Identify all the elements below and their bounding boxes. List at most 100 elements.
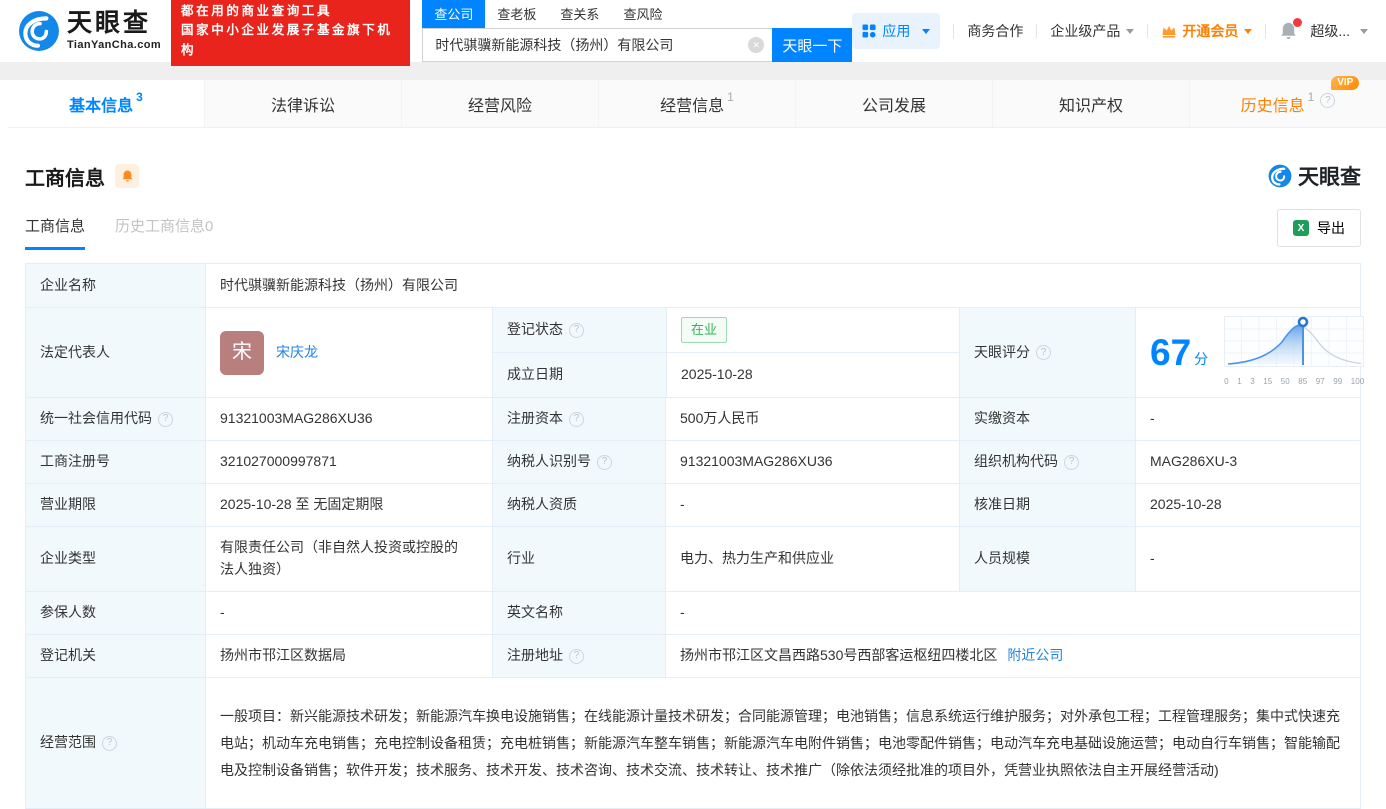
tab-legal-litigation[interactable]: 法律诉讼 (204, 80, 401, 127)
org-code-value: MAG286XU-3 (1135, 441, 1360, 483)
help-icon[interactable] (1064, 455, 1079, 470)
tab-count: 3 (136, 90, 143, 104)
legal-rep-value: 宋 宋庆龙 (205, 308, 492, 397)
tab-operation-info[interactable]: 经营信息 1 (598, 80, 795, 127)
header-nav: 应用 商务合作 企业级产品 开通会员 (852, 13, 1368, 49)
notification-dot (1293, 18, 1302, 27)
notifications-bell[interactable] (1279, 21, 1298, 41)
staff-size-value: - (1135, 527, 1360, 591)
subscribe-bell-button[interactable] (115, 164, 139, 188)
english-name-value: - (665, 592, 1360, 634)
section-header: 工商信息 天眼查 (25, 161, 1361, 191)
tab-count: 1 (727, 90, 734, 104)
status-badge: 在业 (681, 317, 727, 343)
export-button[interactable]: 导出 (1277, 209, 1361, 247)
english-name-label: 英文名称 (492, 592, 665, 634)
taxpayer-id-label: 纳税人识别号 (492, 441, 665, 483)
brand-domain: TianYanCha.com (67, 40, 161, 51)
staff-size-label: 人员规模 (959, 527, 1135, 591)
help-icon[interactable] (158, 412, 173, 427)
help-icon[interactable] (1036, 345, 1051, 360)
legal-rep-avatar[interactable]: 宋 (220, 331, 264, 375)
tab-basic-info[interactable]: 基本信息 3 (8, 80, 204, 127)
apps-menu[interactable]: 应用 (852, 13, 940, 49)
search-tab-relation[interactable]: 查关系 (548, 0, 611, 28)
business-term-label: 营业期限 (26, 484, 205, 526)
search-tab-risk[interactable]: 查风险 (611, 0, 674, 28)
score-value: 67 (1150, 334, 1191, 371)
establish-date-value: 2025-10-28 (666, 353, 960, 397)
reg-number-value: 321027000997871 (205, 441, 492, 483)
subtab-history-business-info[interactable]: 历史工商信息0 (115, 215, 213, 247)
nav-enterprise-products[interactable]: 企业级产品 (1050, 21, 1134, 41)
subtab-business-info[interactable]: 工商信息 (25, 215, 85, 250)
help-icon[interactable] (102, 736, 117, 751)
score-distribution-chart: 01 315 5085 9799 100 (1224, 316, 1364, 388)
table-row: 统一社会信用代码 91321003MAG286XU36 注册资本 500万人民币… (26, 397, 1360, 440)
address-label: 注册地址 (492, 635, 665, 677)
company-type-label: 企业类型 (26, 527, 205, 591)
scope-value: 一般项目：新兴能源技术研发；新能源汽车换电设施销售；在线能源计量技术研发；合同能… (205, 678, 1360, 808)
industry-value: 电力、热力生产和供应业 (665, 527, 959, 591)
chevron-down-icon (1244, 29, 1252, 34)
registry-label: 登记机关 (26, 635, 205, 677)
nav-user-menu[interactable]: 超级... (1310, 21, 1368, 41)
nav-open-vip[interactable]: 开通会员 (1161, 21, 1252, 41)
address-value: 扬州市邗江区文昌西路530号西部客运枢纽四楼北区 附近公司 (665, 635, 1360, 677)
reg-status-label: 登记状态 (493, 308, 666, 352)
reg-capital-label: 注册资本 (492, 398, 665, 440)
legal-rep-label: 法定代表人 (26, 308, 205, 397)
search-tab-boss[interactable]: 查老板 (485, 0, 548, 28)
chevron-down-icon (1126, 29, 1134, 34)
paid-capital-value: - (1135, 398, 1360, 440)
taxpayer-quality-value: - (665, 484, 959, 526)
bell-icon (121, 169, 134, 183)
chevron-down-icon (922, 29, 930, 34)
company-tabbar: 基本信息 3 法律诉讼 经营风险 经营信息 1 公司发展 知识产权 历史信息 1… (8, 80, 1386, 128)
subtabs: 工商信息 历史工商信息0 导出 (25, 215, 1361, 250)
status-date-stack: 登记状态 在业 成立日期 2025-10-28 (492, 308, 959, 397)
credit-code-label: 统一社会信用代码 (26, 398, 205, 440)
table-row: 企业类型 有限责任公司（非自然人投资或控股的法人独资） 行业 电力、热力生产和供… (26, 526, 1360, 591)
table-subrow: 成立日期 2025-10-28 (493, 352, 959, 397)
tab-company-development[interactable]: 公司发展 (795, 80, 992, 127)
approval-date-label: 核准日期 (959, 484, 1135, 526)
search-tabs: 查公司 查老板 查关系 查风险 (422, 0, 852, 28)
help-icon[interactable] (569, 323, 584, 338)
chevron-down-icon (1360, 29, 1368, 34)
tab-history-info[interactable]: 历史信息 1 VIP (1189, 80, 1386, 127)
help-icon[interactable] (569, 649, 584, 664)
reg-capital-value: 500万人民币 (665, 398, 959, 440)
search-tab-company[interactable]: 查公司 (422, 0, 485, 28)
tab-intellectual-property[interactable]: 知识产权 (992, 80, 1189, 127)
table-row: 企业名称 时代骐骥新能源科技（扬州）有限公司 (26, 264, 1360, 307)
tab-operation-risk[interactable]: 经营风险 (401, 80, 598, 127)
establish-date-label: 成立日期 (493, 353, 666, 397)
search-box: 天眼一下 (422, 28, 852, 62)
help-icon[interactable] (1320, 93, 1335, 108)
main-content: 工商信息 天眼查 工商信息 历史工商信息0 导出 企业名称 (0, 161, 1386, 809)
table-row: 营业期限 2025-10-28 至 无固定期限 纳税人资质 - 核准日期 202… (26, 483, 1360, 526)
legal-rep-name-link[interactable]: 宋庆龙 (276, 342, 318, 364)
help-icon[interactable] (597, 455, 612, 470)
industry-label: 行业 (492, 527, 665, 591)
search-input[interactable] (423, 29, 748, 61)
insured-value: - (205, 592, 492, 634)
nearby-companies-link[interactable]: 附近公司 (1007, 645, 1063, 667)
nav-business-cooperation[interactable]: 商务合作 (967, 21, 1023, 41)
score-value-cell: 67 分 (1135, 308, 1378, 397)
org-code-label: 组织机构代码 (959, 441, 1135, 483)
taxpayer-quality-label: 纳税人资质 (492, 484, 665, 526)
scope-label: 经营范围 (26, 678, 205, 808)
table-row: 参保人数 - 英文名称 - (26, 591, 1360, 634)
score-marker-pin (1299, 318, 1307, 326)
vip-badge: VIP (1331, 76, 1359, 90)
apps-icon (862, 24, 876, 38)
search-button[interactable]: 天眼一下 (772, 28, 852, 62)
clear-search-icon[interactable] (748, 37, 764, 53)
score-label: 天眼评分 (959, 308, 1135, 397)
help-icon[interactable] (569, 412, 584, 427)
tianyancha-logo[interactable]: 天眼查 TianYanCha.com (18, 10, 161, 52)
reg-number-label: 工商注册号 (26, 441, 205, 483)
score-unit: 分 (1194, 349, 1208, 371)
